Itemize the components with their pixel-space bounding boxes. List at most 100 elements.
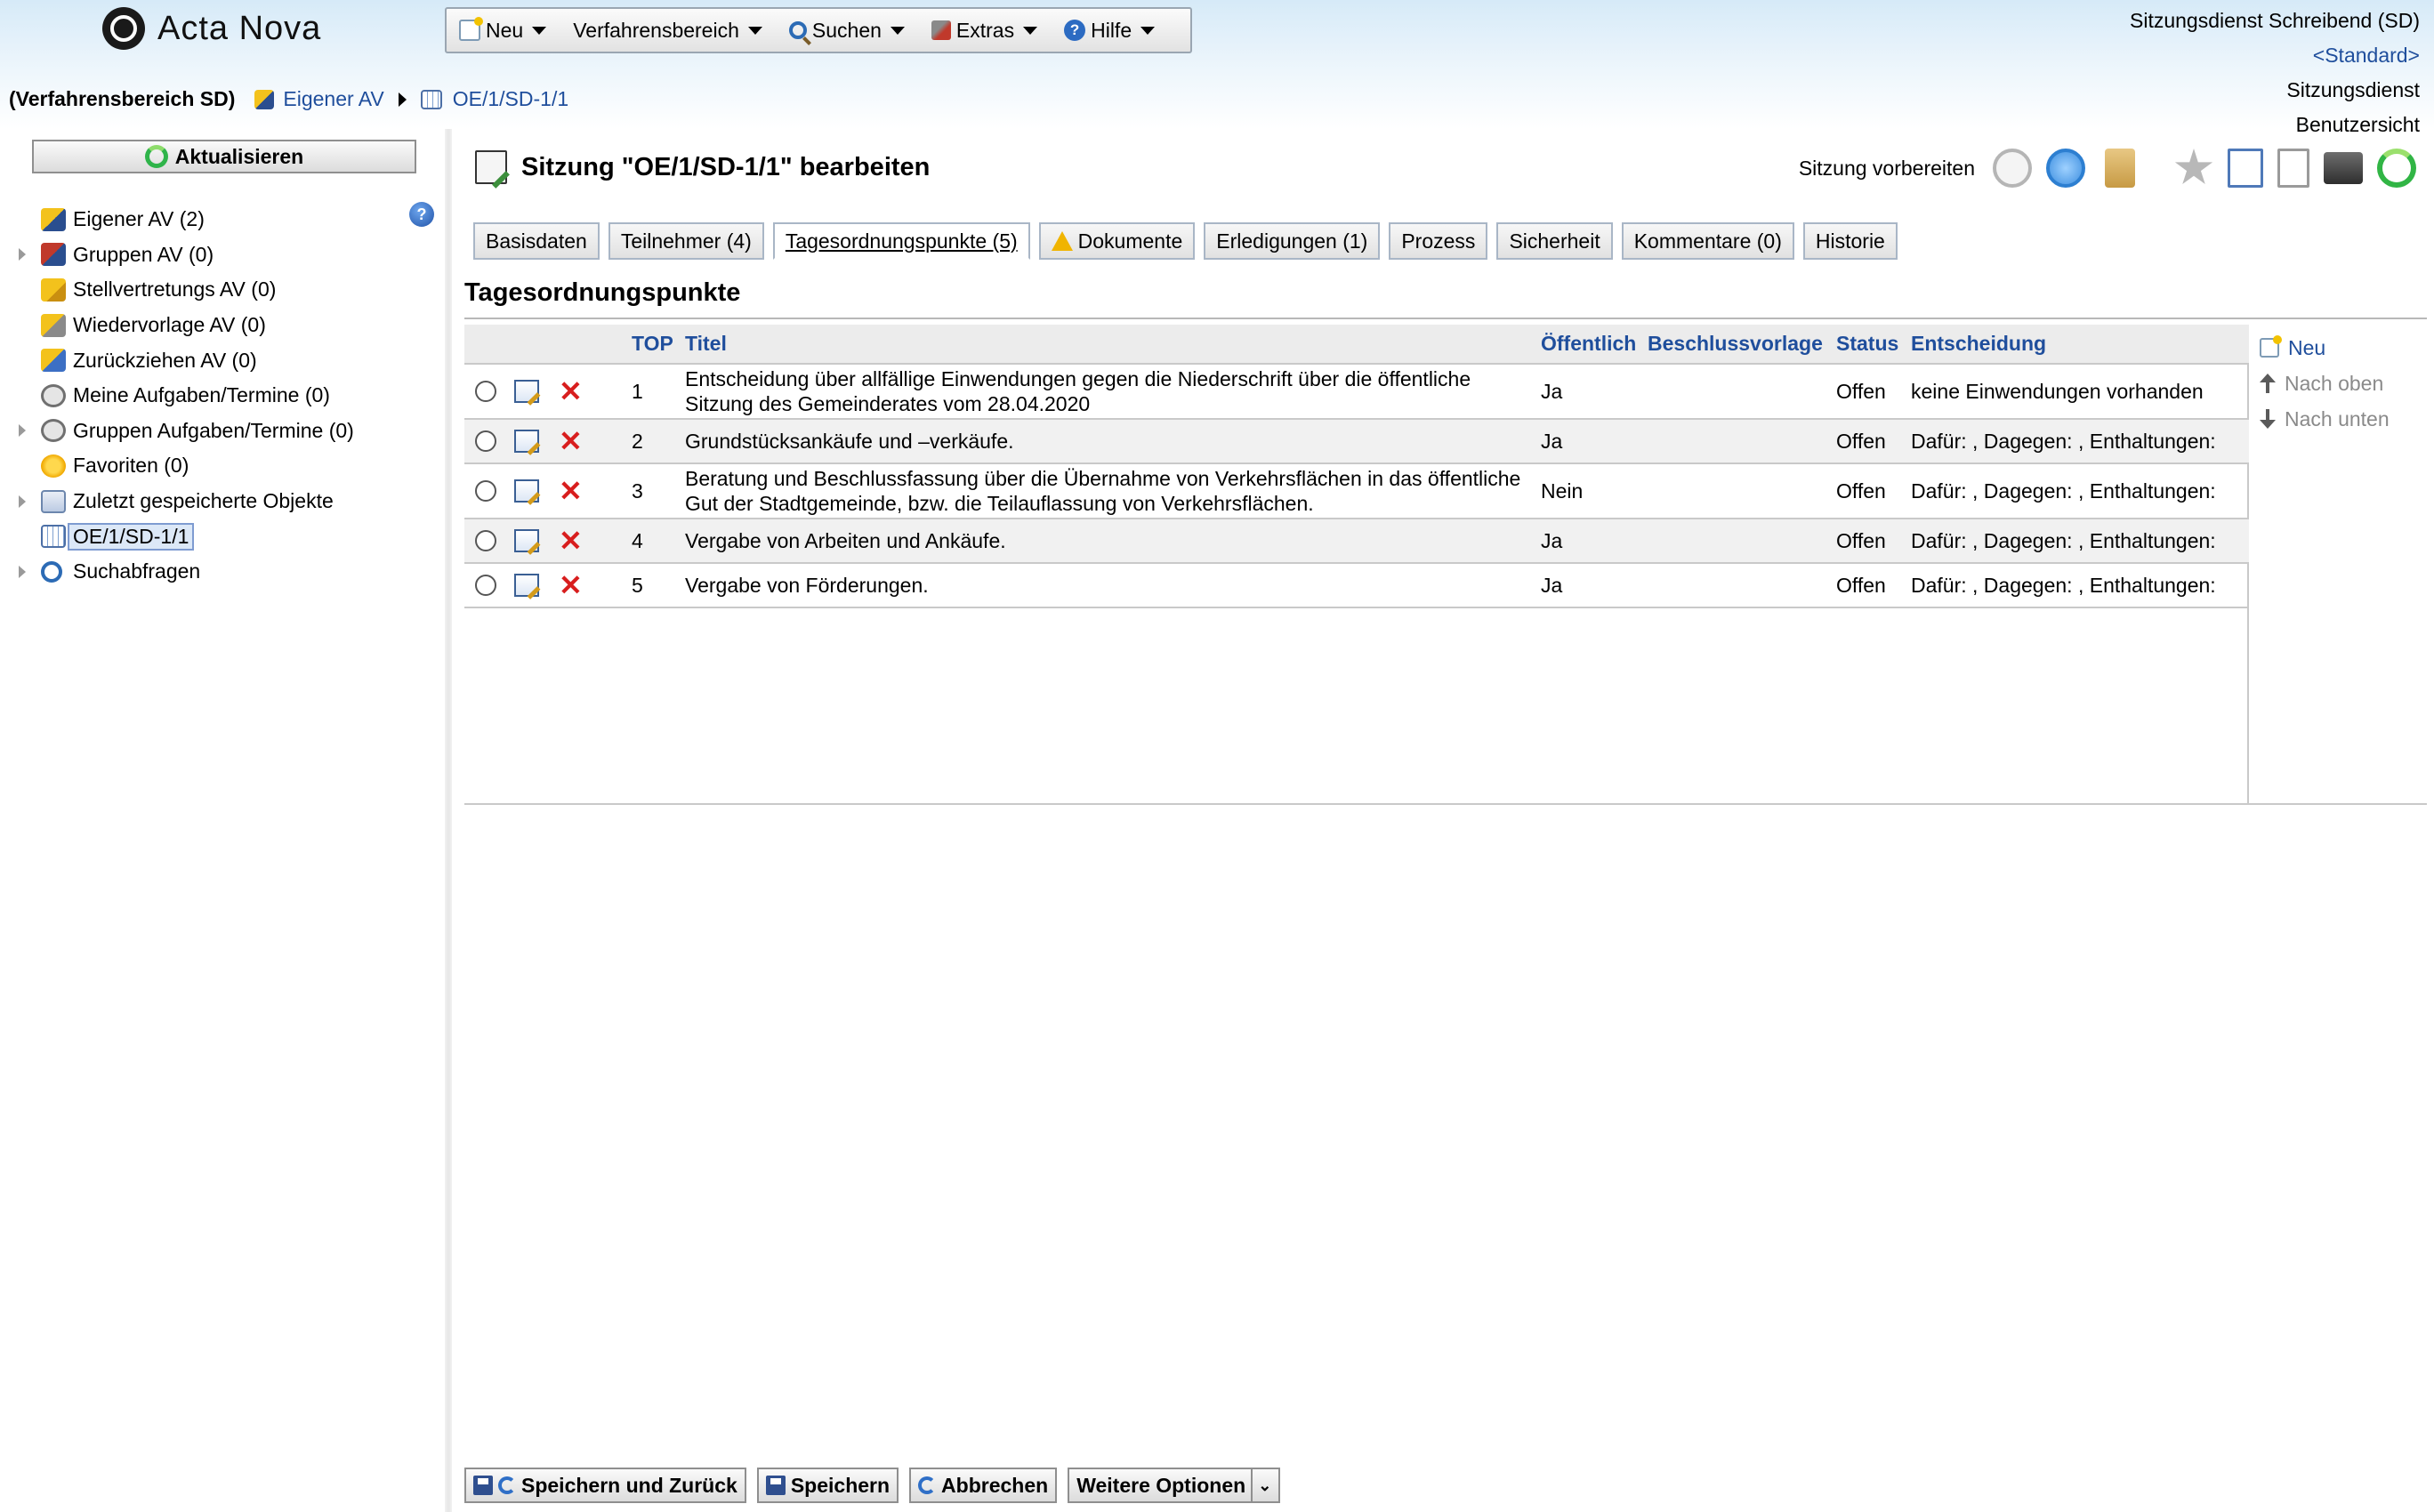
help-icon[interactable]: ? — [409, 202, 434, 227]
expand-icon[interactable] — [14, 495, 30, 508]
column-header-top[interactable]: TOP — [625, 325, 678, 365]
tab-bar: Basisdaten Teilnehmer (4) Tagesordnungsp… — [473, 222, 1898, 260]
move-up-button[interactable]: Nach oben — [2260, 366, 2390, 401]
tab-sicherheit[interactable]: Sicherheit — [1496, 222, 1613, 260]
expand-icon[interactable] — [14, 424, 30, 438]
column-header-status[interactable]: Status — [1829, 325, 1904, 365]
more-options-button[interactable]: Weitere Optionen ⌄ — [1068, 1468, 1281, 1503]
menu-neu[interactable]: Neu — [459, 17, 547, 43]
app-logo[interactable]: Acta Nova — [102, 7, 321, 50]
delete-icon[interactable]: ✕ — [559, 571, 625, 599]
breadcrumb-session[interactable]: OE/1/SD-1/1 — [453, 87, 568, 111]
sidebar-item-label: Zuletzt gespeicherte Objekte — [73, 489, 334, 513]
delete-icon[interactable]: ✕ — [559, 477, 625, 505]
deputy-inbox-icon — [41, 277, 66, 302]
sidebar-item-meine-aufgaben[interactable]: Meine Aufgaben/Termine (0) — [14, 378, 354, 414]
delete-icon[interactable]: ✕ — [559, 527, 625, 555]
task-clock-icon — [41, 383, 66, 407]
menu-suchen[interactable]: Suchen — [788, 19, 905, 43]
row-select-radio[interactable] — [475, 381, 496, 402]
delete-icon[interactable]: ✕ — [559, 377, 625, 406]
sidebar-item-zurueckziehen-av[interactable]: Zurückziehen AV (0) — [14, 342, 354, 378]
row-select-radio[interactable] — [475, 430, 496, 452]
page-header: Sitzung "OE/1/SD-1/1" bearbeiten — [475, 150, 930, 184]
menu-extras[interactable]: Extras — [931, 19, 1038, 43]
sidebar-item-label: Wiedervorlage AV (0) — [73, 313, 266, 337]
table-row[interactable]: ✕ 4 Vergabe von Arbeiten und Ankäufe. Ja… — [464, 519, 2249, 564]
chevron-down-icon — [1023, 26, 1038, 35]
move-down-button[interactable]: Nach unten — [2260, 401, 2390, 437]
sidebar-item-gruppen-aufgaben[interactable]: Gruppen Aufgaben/Termine (0) — [14, 414, 354, 449]
expand-icon[interactable] — [14, 248, 30, 261]
expand-icon[interactable] — [14, 565, 30, 578]
edit-icon[interactable] — [514, 380, 539, 403]
cancel-button[interactable]: Abbrechen — [909, 1468, 1058, 1503]
arrow-down-icon — [2260, 409, 2276, 429]
sidebar-item-label: Suchabfragen — [73, 559, 201, 583]
app-name: Acta Nova — [157, 9, 322, 47]
clipboard-icon[interactable] — [2105, 149, 2135, 188]
sidebar-item-eigener-av[interactable]: Eigener AV (2) — [14, 202, 354, 237]
tab-dokumente[interactable]: Dokumente — [1038, 222, 1196, 260]
tab-erledigungen[interactable]: Erledigungen (1) — [1204, 222, 1381, 260]
edit-icon[interactable] — [514, 529, 539, 552]
row-select-radio[interactable] — [475, 575, 496, 596]
table-header-row: TOP Titel Öffentlich Beschlussvorlage St… — [464, 325, 2249, 365]
sidebar-item-suchabfragen[interactable]: Suchabfragen — [14, 554, 354, 590]
tab-tagesordnungspunkte[interactable]: Tagesordnungspunkte (5) — [772, 222, 1030, 260]
row-select-radio[interactable] — [475, 480, 496, 502]
row-select-radio[interactable] — [475, 530, 496, 551]
save-and-back-label: Speichern und Zurück — [521, 1473, 737, 1497]
copy-icon[interactable] — [2277, 149, 2309, 188]
menu-verfahrensbereich[interactable]: Verfahrensbereich — [573, 19, 762, 43]
table-row[interactable]: ✕ 1 Entscheidung über allfällige Einwend… — [464, 364, 2249, 420]
column-header-titel[interactable]: Titel — [678, 325, 1534, 365]
user-profile-link[interactable]: <Standard> — [2130, 38, 2420, 73]
column-header-oeffentlich[interactable]: Öffentlich — [1534, 325, 1640, 365]
refresh-button[interactable]: Aktualisieren — [32, 140, 416, 173]
pdf-document-icon[interactable] — [2228, 149, 2263, 188]
group-task-clock-icon — [41, 419, 66, 443]
action-label: Sitzung vorbereiten — [1798, 156, 1975, 180]
edit-icon[interactable] — [514, 430, 539, 453]
tab-kommentare[interactable]: Kommentare (0) — [1621, 222, 1794, 260]
refresh-icon[interactable] — [2377, 149, 2416, 188]
table-row[interactable]: ✕ 5 Vergabe von Förderungen. Ja Offen Da… — [464, 563, 2249, 608]
favorite-star-icon[interactable] — [2174, 149, 2213, 185]
save-icon — [473, 1476, 493, 1495]
forward-arrow-icon[interactable] — [2046, 149, 2085, 188]
cell-title: Vergabe von Arbeiten und Ankäufe. — [678, 519, 1534, 564]
new-row-button[interactable]: Neu — [2260, 330, 2390, 366]
table-row[interactable]: ✕ 3 Beratung und Beschlussfassung über d… — [464, 463, 2249, 519]
sidebar-item-zuletzt-gespeichert[interactable]: Zuletzt gespeicherte Objekte — [14, 484, 354, 519]
print-icon[interactable] — [2324, 152, 2363, 184]
sidebar-item-current-session[interactable]: OE/1/SD-1/1 — [14, 519, 354, 554]
delete-icon[interactable]: ✕ — [559, 427, 625, 455]
edit-icon[interactable] — [514, 479, 539, 503]
column-header-entscheidung[interactable]: Entscheidung — [1904, 325, 2249, 365]
tab-basisdaten[interactable]: Basisdaten — [473, 222, 600, 260]
back-arrow-icon[interactable] — [1993, 149, 2032, 188]
cell-decision: keine Einwendungen vorhanden — [1904, 364, 2249, 420]
panel-splitter[interactable] — [445, 129, 452, 1512]
save-button[interactable]: Speichern — [756, 1468, 899, 1503]
menu-hilfe-label: Hilfe — [1091, 18, 1132, 42]
menu-hilfe[interactable]: ? Hilfe — [1064, 18, 1156, 43]
tab-prozess[interactable]: Prozess — [1389, 222, 1488, 260]
sidebar-item-favoriten[interactable]: Favoriten (0) — [14, 448, 354, 484]
expand-options-icon[interactable]: ⌄ — [1251, 1469, 1271, 1501]
help-icon: ? — [1064, 20, 1086, 41]
tab-historie[interactable]: Historie — [1802, 222, 1898, 260]
tab-teilnehmer[interactable]: Teilnehmer (4) — [608, 222, 764, 260]
tab-dokumente-label: Dokumente — [1077, 229, 1183, 253]
column-header-beschlussvorlage[interactable]: Beschlussvorlage — [1640, 325, 1829, 365]
breadcrumb-eigener-av[interactable]: Eigener AV — [283, 87, 383, 111]
cell-top: 3 — [625, 463, 678, 519]
table-row[interactable]: ✕ 2 Grundstücksankäufe und –verkäufe. Ja… — [464, 419, 2249, 464]
edit-icon[interactable] — [514, 574, 539, 597]
save-and-back-button[interactable]: Speichern und Zurück — [464, 1468, 746, 1503]
sidebar-item-wiedervorlage-av[interactable]: Wiedervorlage AV (0) — [14, 308, 354, 343]
sidebar-item-stellvertretungs-av[interactable]: Stellvertretungs AV (0) — [14, 272, 354, 308]
sidebar-item-label: Zurückziehen AV (0) — [73, 348, 257, 372]
sidebar-item-gruppen-av[interactable]: Gruppen AV (0) — [14, 237, 354, 273]
